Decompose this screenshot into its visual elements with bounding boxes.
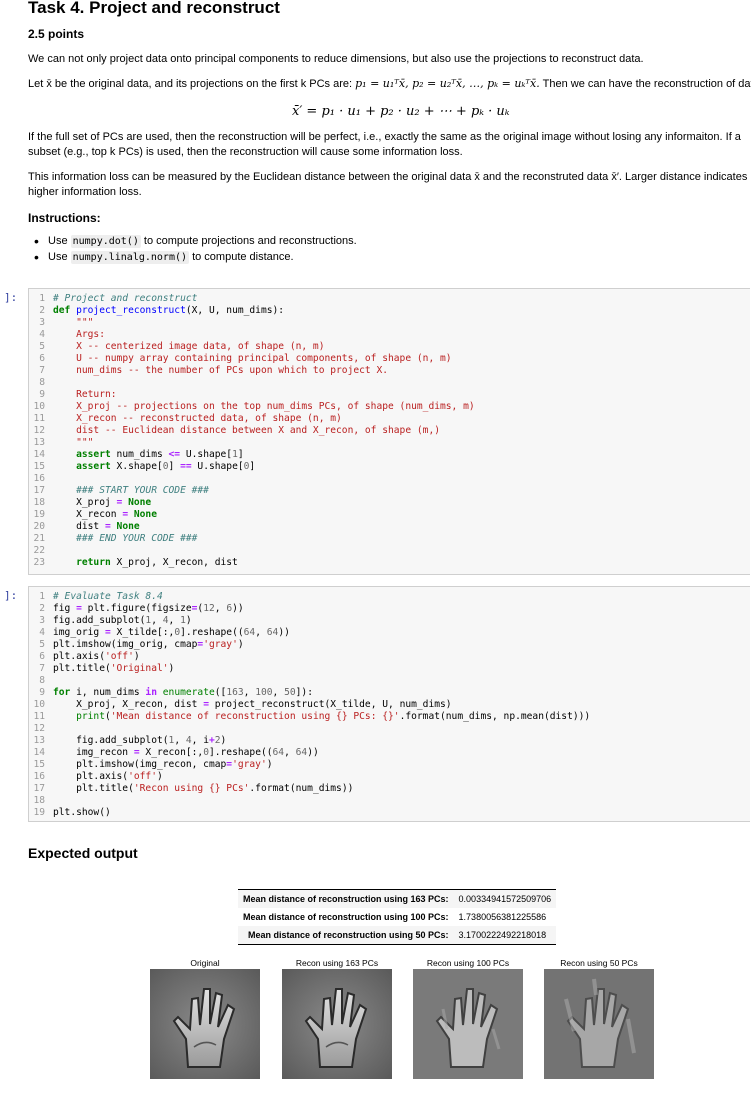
- table-row: Mean distance of reconstruction using 50…: [238, 926, 557, 945]
- code-editor[interactable]: 1 # Project and reconstruct 2 def project_…: [29, 289, 750, 569]
- loss-text: This information loss can be measured by…: [28, 171, 748, 198]
- panel-recon-100: Recon using 100 PCs: [413, 957, 523, 1084]
- code-cell-evaluate[interactable]: 1 # Evaluate Task 8.4 2 fig = plt.figure(f…: [28, 586, 750, 822]
- inline-code: numpy.dot(): [70, 235, 141, 248]
- row-label: Mean distance of reconstruction using 10…: [243, 912, 449, 922]
- hand-image: [282, 969, 392, 1079]
- intro-text: We can not only project data onto princi…: [28, 53, 644, 65]
- task-title: Task 4. Project and reconstruct: [28, 0, 280, 17]
- reconstruction-formula: x̄′ = p₁ · u₁ + p₂ · u₂ + ⋯ + pₖ · uₖ: [292, 104, 510, 119]
- row-value: 1.7380056381225586: [458, 912, 547, 922]
- row-value: 0.00334941572509706: [453, 889, 557, 908]
- instructions-list: Use numpy.dot() to compute projections a…: [28, 233, 357, 265]
- expected-output-title: Expected output: [28, 845, 138, 861]
- hand-image: [544, 969, 654, 1079]
- cell-prompt: ]:: [4, 291, 18, 304]
- mean-distance-table: Mean distance of reconstruction using 16…: [238, 889, 557, 945]
- let-line-suffix: Then we can have the reconstruction of d…: [542, 78, 751, 90]
- row-value: 3.1700222492218018: [453, 926, 557, 945]
- hand-image: [150, 969, 260, 1079]
- cell-prompt: ]:: [4, 589, 18, 602]
- inline-code: numpy.linalg.norm(): [70, 251, 190, 264]
- hand-image: [413, 969, 523, 1079]
- bullet-norm: Use numpy.linalg.norm() to compute dista…: [28, 249, 357, 265]
- row-label: Mean distance of reconstruction using 50…: [238, 926, 454, 945]
- panel-title: Recon using 163 PCs: [295, 958, 379, 968]
- bullet-dot: Use numpy.dot() to compute projections a…: [28, 233, 357, 249]
- panel-recon-163: Recon using 163 PCs: [282, 957, 392, 1084]
- table-row: Mean distance of reconstruction using 10…: [238, 908, 556, 926]
- task-points: 2.5 points: [28, 27, 85, 41]
- panel-original: Original: [150, 957, 260, 1084]
- let-line: Let x̄ be the original data, and its pro…: [28, 76, 751, 92]
- panel-title: Recon using 50 PCs: [560, 958, 638, 968]
- panel-title: Recon using 100 PCs: [426, 958, 510, 968]
- let-line-prefix: Let x̄ be the original data, and its pro…: [28, 78, 353, 90]
- row-label: Mean distance of reconstruction using 16…: [238, 889, 454, 908]
- code-editor[interactable]: 1 # Evaluate Task 8.4 2 fig = plt.figure(f…: [29, 587, 750, 819]
- code-cell-project-reconstruct[interactable]: 1 # Project and reconstruct 2 def project_…: [28, 288, 750, 575]
- table-row: Mean distance of reconstruction using 16…: [238, 889, 557, 908]
- instructions-label: Instructions:: [28, 211, 101, 225]
- full-set-text: If the full set of PCs are used, then th…: [28, 131, 741, 158]
- let-line-eqs: p₁ = u₁ᵀx̄, p₂ = u₂ᵀx̄, …, pₖ = uₖᵀx̄.: [355, 77, 540, 90]
- panel-recon-50: Recon using 50 PCs: [544, 957, 654, 1084]
- panel-title: Original: [190, 958, 220, 968]
